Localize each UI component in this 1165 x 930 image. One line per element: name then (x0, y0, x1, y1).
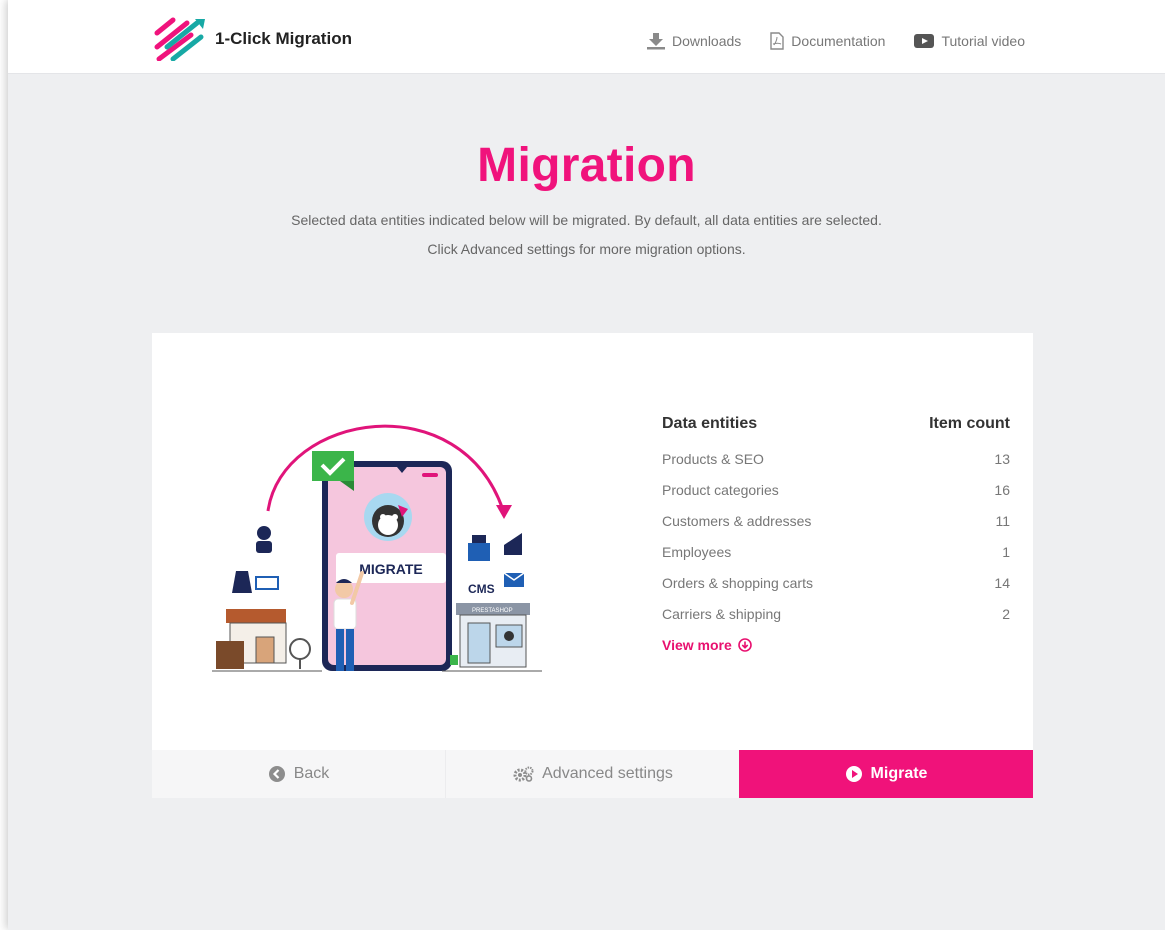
pdf-icon (770, 32, 784, 50)
basket-icon (255, 576, 279, 590)
play-circle-icon (845, 766, 862, 782)
support-agent-icon (257, 526, 271, 540)
app-name: 1-Click Migration (215, 29, 352, 48)
advanced-settings-label: Advanced settings (542, 765, 673, 782)
entity-count: 14 (994, 575, 1010, 591)
entity-count: 13 (994, 451, 1010, 467)
downloads-label: Downloads (672, 33, 742, 49)
table-row: Carriers & shipping 2 (662, 606, 1010, 637)
tutorial-video-link[interactable]: Tutorial video (913, 33, 1025, 49)
app-window: 1-Click Migration Downloads Documentatio… (8, 0, 1165, 930)
documentation-link[interactable]: Documentation (769, 32, 885, 50)
table-row: Customers & addresses 11 (662, 513, 1010, 544)
migration-card: MIGRATE CMS PRESTASHOP Data entities Ite… (152, 333, 1033, 798)
arrow-left-circle-icon (268, 766, 285, 782)
page-title: Migration (477, 139, 696, 192)
view-more-label: View more (662, 637, 732, 653)
col-data-entities: Data entities (662, 415, 758, 432)
table-row: Product categories 16 (662, 482, 1010, 513)
entity-count: 16 (994, 482, 1010, 498)
entity-name: Product categories (662, 482, 779, 498)
dress-icon (232, 571, 252, 593)
col-item-count: Item count (929, 415, 1010, 432)
downloads-link[interactable]: Downloads (646, 32, 741, 50)
table-row: Orders & shopping carts 14 (662, 575, 1010, 606)
factory-icon (504, 533, 522, 555)
documentation-label: Documentation (791, 33, 886, 49)
top-nav: Downloads Documentation Tutorial video (646, 32, 1025, 50)
circle-arrow-down-icon (737, 638, 752, 652)
register-icon (468, 543, 490, 561)
table-row: Products & SEO 13 (662, 451, 1010, 482)
logo-icon (154, 17, 205, 61)
entity-name: Products & SEO (662, 451, 764, 467)
phone-migrate-label: MIGRATE (359, 561, 423, 577)
back-button[interactable]: Back (152, 750, 446, 798)
table-header: Data entities Item count (662, 415, 1010, 451)
entity-count: 2 (1002, 606, 1010, 622)
cms-label: CMS (468, 582, 495, 596)
page-subtitle-line2: Click Advanced settings for more migrati… (427, 241, 746, 257)
entity-count: 1 (1002, 544, 1010, 560)
top-header: 1-Click Migration Downloads Documentatio… (8, 0, 1165, 74)
tutorial-video-label: Tutorial video (941, 33, 1025, 49)
prestashop-sign: PRESTASHOP (472, 608, 513, 614)
view-more-link[interactable]: View more (662, 637, 1010, 653)
entity-name: Orders & shopping carts (662, 575, 813, 591)
back-label: Back (293, 765, 330, 782)
gears-icon (513, 766, 534, 782)
migrate-button[interactable]: Migrate (739, 750, 1033, 798)
entity-name: Employees (662, 544, 732, 560)
store-left-icon (212, 609, 322, 672)
entity-name: Carriers & shipping (662, 606, 782, 622)
entity-name: Customers & addresses (662, 513, 812, 529)
table-row: Employees 1 (662, 544, 1010, 575)
brand[interactable]: 1-Click Migration (153, 17, 352, 61)
download-icon (647, 33, 666, 50)
action-bar: Back Advanced settings Migrate (152, 750, 1033, 798)
arrow-down-icon (496, 505, 512, 519)
migrate-label: Migrate (870, 765, 928, 782)
data-entities-table: Data entities Item count Products & SEO … (662, 415, 1010, 653)
page-subtitle-line1: Selected data entities indicated below w… (291, 212, 882, 228)
advanced-settings-button[interactable]: Advanced settings (446, 750, 739, 798)
video-play-icon (914, 34, 935, 48)
check-badge-icon (312, 451, 354, 481)
entity-count: 11 (995, 513, 1010, 529)
migration-illustration: MIGRATE CMS PRESTASHOP (212, 424, 542, 672)
